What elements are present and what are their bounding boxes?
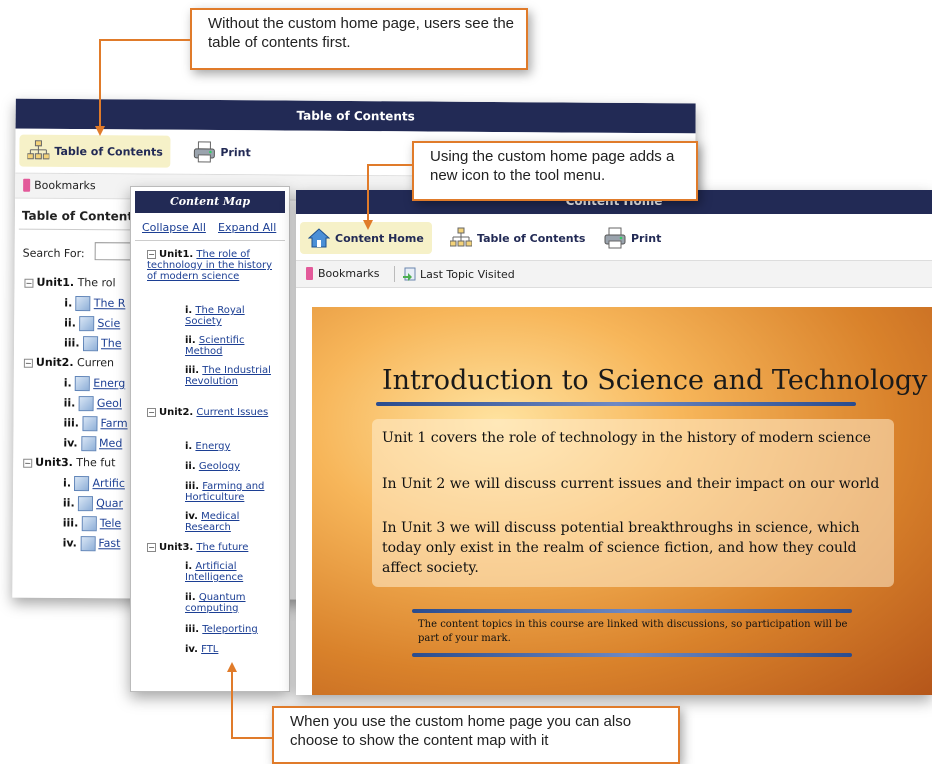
collapse-icon: − <box>24 278 33 287</box>
content-map-item[interactable]: −Unit1. The role of technology in the hi… <box>147 249 281 282</box>
content-map-item[interactable]: ii. Scientific Method <box>185 335 281 357</box>
toc-tree-item[interactable]: i. The R <box>64 296 125 311</box>
toc-bookmarks-label: Bookmarks <box>34 179 96 192</box>
content-map-item[interactable]: i. The Royal Society <box>185 305 281 327</box>
callout-top-text: Without the custom home page, users see … <box>208 15 514 51</box>
content-map-item[interactable]: ii. Geology <box>185 461 281 472</box>
toc-tree-item[interactable]: ii. Quar <box>63 496 123 511</box>
sitemap-icon <box>27 140 49 162</box>
toc-tree-item[interactable]: i. Energ <box>64 376 126 391</box>
slide-paragraph-2: In Unit 2 we will discuss current issues… <box>382 474 887 494</box>
content-home-toc-label: Table of Contents <box>477 232 585 245</box>
slide-paragraph-3: In Unit 3 we will discuss potential brea… <box>382 518 872 578</box>
collapse-icon: − <box>147 408 156 417</box>
toc-panel: Table of Contents Search For: −Unit1. Th… <box>12 199 145 599</box>
content-map-window: Content Map Collapse All Expand All −Uni… <box>130 186 290 692</box>
callout-bottom: When you use the custom home page you ca… <box>272 706 680 764</box>
toc-bookmarks-link[interactable]: Bookmarks <box>23 179 96 193</box>
toc-tree-item[interactable]: −Unit2. Curren <box>24 356 114 370</box>
topic-icon <box>80 536 95 551</box>
toc-toolbar-toc-button[interactable]: Table of Contents <box>19 135 171 168</box>
callout-middle: Using the custom home page adds a new ic… <box>412 141 698 201</box>
callout-bottom-text: When you use the custom home page you ca… <box>290 713 631 749</box>
content-home-toc-button[interactable]: Table of Contents <box>450 227 585 249</box>
toc-tree-item[interactable]: ii. Geol <box>64 396 122 411</box>
content-home-subbar: Bookmarks Last Topic Visited <box>296 261 932 288</box>
toc-tree-item[interactable]: −Unit1. The rol <box>24 276 115 290</box>
content-map-item[interactable]: iii. The Industrial Revolution <box>185 365 281 387</box>
toc-tree-item[interactable]: −Unit3. The fut <box>23 456 115 470</box>
content-home-toolbar: Content Home Table of Contents Print <box>296 214 932 261</box>
topic-icon <box>83 336 98 351</box>
toc-toolbar-toc-label: Table of Contents <box>54 144 163 158</box>
last-topic-link[interactable]: Last Topic Visited <box>402 267 515 281</box>
collapse-icon: − <box>147 543 156 552</box>
collapse-icon: − <box>24 358 33 367</box>
topic-icon <box>78 496 93 511</box>
bookmark-icon <box>306 267 313 280</box>
toc-tree-item[interactable]: ii. Scie <box>64 316 120 331</box>
last-topic-icon <box>402 267 416 281</box>
topic-icon <box>82 516 97 531</box>
content-map-tree: −Unit1. The role of technology in the hi… <box>131 187 289 687</box>
toc-tree-item[interactable]: iv. Med <box>63 436 122 451</box>
toc-window-header: Table of Contents <box>16 99 696 134</box>
printer-icon <box>604 227 626 249</box>
topic-icon <box>76 296 91 311</box>
topic-icon <box>81 436 96 451</box>
toc-toolbar-print-button[interactable]: Print <box>193 141 251 163</box>
toc-window-header-title: Table of Contents <box>296 109 414 124</box>
bookmark-icon <box>23 179 30 192</box>
topic-icon <box>82 416 97 431</box>
collapse-icon: − <box>23 458 32 467</box>
toc-tree-item[interactable]: iii. Farm <box>63 416 127 431</box>
topic-icon <box>79 316 94 331</box>
content-home-bookmarks-link[interactable]: Bookmarks <box>306 267 379 280</box>
topic-icon <box>75 376 90 391</box>
content-map-item[interactable]: iv. Medical Research <box>185 511 281 533</box>
content-map-item[interactable]: −Unit3. The future <box>147 542 281 553</box>
content-home-label: Content Home <box>335 232 424 245</box>
last-topic-label: Last Topic Visited <box>420 268 515 281</box>
toc-tree-item[interactable]: iv. Fast <box>63 536 121 551</box>
content-home-slide: Introduction to Science and Technology U… <box>312 307 932 695</box>
slide-note: The content topics in this course are li… <box>418 618 848 646</box>
content-map-item[interactable]: ii. Quantum computing <box>185 592 281 614</box>
content-home-window: Content Home Content Home Table of Conte… <box>296 190 932 695</box>
collapse-icon: − <box>147 250 156 259</box>
content-home-button[interactable]: Content Home <box>300 222 432 254</box>
content-map-item[interactable]: iii. Farming and Horticulture <box>185 481 281 503</box>
content-map-item[interactable]: i. Energy <box>185 441 281 452</box>
toc-tree-item[interactable]: iii. Tele <box>63 516 122 531</box>
callout-top: Without the custom home page, users see … <box>190 8 528 70</box>
toc-tree-item[interactable]: i. Artific <box>63 476 125 491</box>
topic-icon <box>79 396 94 411</box>
home-icon <box>308 227 330 249</box>
toc-tree: −Unit1. The rol i. The R ii. Scie iii. T… <box>12 199 145 599</box>
content-map-item[interactable]: i. Artificial Intelligence <box>185 561 281 583</box>
content-map-item[interactable]: −Unit2. Current Issues <box>147 407 281 418</box>
content-map-item[interactable]: iii. Teleporting <box>185 624 281 635</box>
callout-middle-text: Using the custom home page adds a new ic… <box>430 148 674 184</box>
toc-toolbar-print-label: Print <box>220 146 250 159</box>
slide-paragraph-1: Unit 1 covers the role of technology in … <box>382 428 887 448</box>
printer-icon <box>193 141 215 163</box>
toc-tree-item[interactable]: iii. The <box>64 336 122 351</box>
content-home-bookmarks-label: Bookmarks <box>318 267 379 280</box>
content-map-item[interactable]: iv. FTL <box>185 644 281 655</box>
topic-icon <box>74 476 89 491</box>
sitemap-icon <box>450 227 472 249</box>
slide-title: Introduction to Science and Technology <box>382 365 927 396</box>
content-home-print-label: Print <box>631 232 661 245</box>
content-home-print-button[interactable]: Print <box>604 227 661 249</box>
